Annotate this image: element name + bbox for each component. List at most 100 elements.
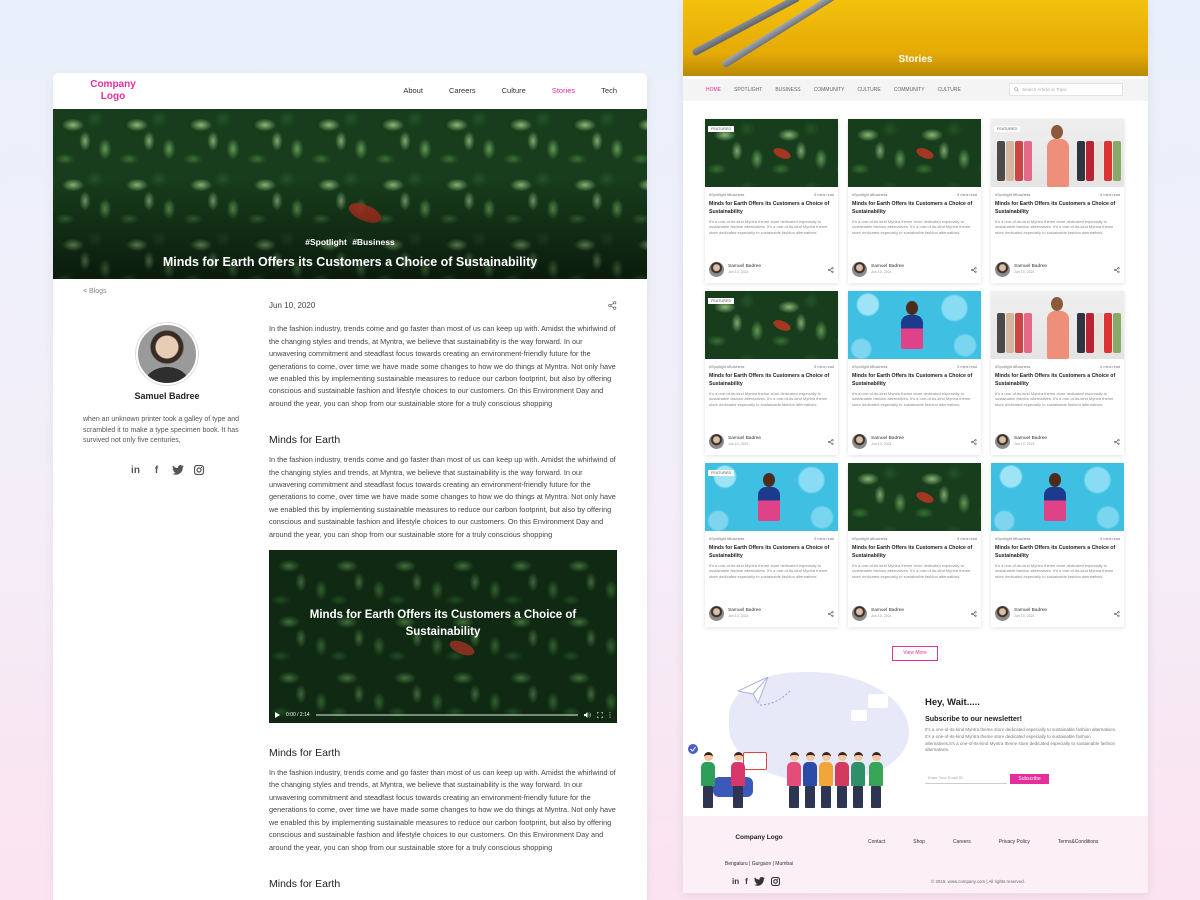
footer-link-shop[interactable]: Shop bbox=[913, 839, 925, 845]
instagram-icon[interactable] bbox=[192, 464, 205, 476]
card-description: It's a one-of-its-kind Myntra theme stor… bbox=[852, 562, 971, 580]
story-card[interactable]: #Spotlight #Business 5 mins read Minds for… bbox=[991, 463, 1124, 627]
card-title[interactable]: Minds for Earth Offers its Customers a C… bbox=[709, 545, 834, 561]
share-icon[interactable] bbox=[971, 604, 977, 622]
card-tags[interactable]: #Spotlight #Business bbox=[709, 365, 744, 369]
share-icon[interactable] bbox=[828, 604, 834, 622]
card-title[interactable]: Minds for Earth Offers its Customers a C… bbox=[995, 373, 1120, 389]
card-tags[interactable]: #Spotlight #Business bbox=[709, 537, 744, 541]
footer-link-contact[interactable]: Contact bbox=[868, 839, 885, 845]
article-content: Jun 10, 2020 In the fashion industry, tr… bbox=[269, 301, 617, 890]
story-card[interactable]: FEATURED #Spotlight #Business 5 mins read M… bbox=[705, 119, 838, 283]
share-icon[interactable] bbox=[1114, 432, 1120, 450]
card-image: FEATURED bbox=[705, 119, 838, 187]
share-icon[interactable] bbox=[1114, 260, 1120, 278]
linkedin-icon[interactable]: in bbox=[732, 877, 739, 886]
tab-home[interactable]: HOME bbox=[706, 87, 721, 93]
card-title[interactable]: Minds for Earth Offers its Customers a C… bbox=[852, 545, 977, 561]
card-title[interactable]: Minds for Earth Offers its Customers a C… bbox=[709, 373, 834, 389]
card-title[interactable]: Minds for Earth Offers its Customers a C… bbox=[995, 545, 1120, 561]
story-card[interactable]: #Spotlight #Business 5 mins read Minds for… bbox=[848, 119, 981, 283]
story-card[interactable]: FEATURED #Spotlight #Business 5 mins read M… bbox=[705, 291, 838, 455]
footer-logo[interactable]: Company Logo bbox=[721, 833, 797, 842]
tab-culture[interactable]: CULTURE bbox=[857, 87, 880, 93]
stories-hero-banner: Stories bbox=[683, 0, 1148, 76]
story-card[interactable]: #Spotlight #Business 5 mins read Minds for… bbox=[848, 291, 981, 455]
facebook-icon[interactable]: f bbox=[745, 877, 748, 886]
nav-about[interactable]: About bbox=[403, 86, 423, 95]
hero-banner: #Spotlight #Business Minds for Earth Off… bbox=[53, 109, 647, 279]
twitter-icon[interactable] bbox=[753, 877, 765, 887]
share-icon[interactable] bbox=[971, 260, 977, 278]
card-tags[interactable]: #Spotlight #Business bbox=[995, 537, 1030, 541]
card-footer: Samuel Badree Jun 10, 2021 bbox=[995, 260, 1120, 278]
share-icon[interactable] bbox=[608, 301, 617, 311]
play-icon[interactable] bbox=[275, 711, 280, 718]
breadcrumb-blogs[interactable]: < Blogs bbox=[83, 288, 107, 295]
nav-tech[interactable]: Tech bbox=[601, 86, 617, 95]
story-card[interactable]: FEATURED #Spotlight #Business 5 mins read M… bbox=[705, 463, 838, 627]
card-tags[interactable]: #Spotlight #Business bbox=[852, 537, 887, 541]
video-progress-bar[interactable] bbox=[315, 714, 578, 717]
card-title[interactable]: Minds for Earth Offers its Customers a C… bbox=[709, 201, 834, 217]
share-icon[interactable] bbox=[828, 432, 834, 450]
card-title[interactable]: Minds for Earth Offers its Customers a C… bbox=[852, 373, 977, 389]
featured-badge: FEATURED bbox=[708, 298, 735, 304]
laptop-icon bbox=[743, 752, 767, 770]
more-options-icon[interactable] bbox=[609, 712, 611, 718]
nav-culture[interactable]: Culture bbox=[502, 86, 526, 95]
instagram-icon[interactable] bbox=[770, 877, 780, 887]
search-icon bbox=[1014, 87, 1019, 92]
author-social-links: in f bbox=[83, 465, 251, 476]
linkedin-icon[interactable]: in bbox=[129, 465, 142, 476]
author-avatar bbox=[709, 605, 724, 621]
volume-icon[interactable] bbox=[584, 711, 591, 718]
nav-careers[interactable]: Careers bbox=[449, 86, 476, 95]
card-image bbox=[848, 463, 981, 531]
footer-link-privacy[interactable]: Privacy Policy bbox=[999, 839, 1030, 845]
footer-link-terms[interactable]: Terms&Conditions bbox=[1058, 839, 1099, 845]
story-card[interactable]: FEATURED #Spotlight #Business 5 mins read M… bbox=[991, 119, 1124, 283]
search-input[interactable]: Search Article or Topic bbox=[1009, 83, 1123, 96]
card-tags[interactable]: #Spotlight #Business bbox=[709, 193, 744, 197]
card-date: Jun 10, 2021 bbox=[1014, 442, 1035, 446]
copyright: © 2019, www.company.com | All rights res… bbox=[931, 879, 1025, 884]
card-title[interactable]: Minds for Earth Offers its Customers a C… bbox=[852, 201, 977, 217]
card-tags[interactable]: #Spotlight #Business bbox=[852, 365, 887, 369]
tab-community[interactable]: COMMUNITY bbox=[814, 87, 845, 93]
tab-culture[interactable]: CULTURE bbox=[938, 87, 961, 93]
featured-badge: FEATURED bbox=[708, 470, 735, 476]
tab-business[interactable]: BUSINESS bbox=[775, 87, 800, 93]
twitter-icon[interactable] bbox=[171, 464, 184, 476]
card-title[interactable]: Minds for Earth Offers its Customers a C… bbox=[995, 201, 1120, 217]
stories-title: Stories bbox=[898, 54, 933, 65]
video-player[interactable]: Minds for Earth Offers its Customers a C… bbox=[269, 550, 617, 724]
article-header: Company Logo About Careers Culture Stori… bbox=[53, 73, 647, 109]
author-profile: Samuel Badree when an unknown printer to… bbox=[83, 323, 251, 476]
card-description: It's a one-of-its-kind Myntra theme stor… bbox=[852, 218, 971, 236]
article-page: Company Logo About Careers Culture Stori… bbox=[53, 73, 647, 900]
tab-spotlight[interactable]: SPOTLIGHT bbox=[734, 87, 762, 93]
facebook-icon[interactable]: f bbox=[150, 465, 163, 476]
card-tags[interactable]: #Spotlight #Business bbox=[995, 365, 1030, 369]
tab-community[interactable]: COMMUNITY bbox=[894, 87, 925, 93]
share-icon[interactable] bbox=[828, 260, 834, 278]
story-card[interactable]: #Spotlight #Business 5 mins read Minds for… bbox=[848, 463, 981, 627]
card-meta: #Spotlight #Business 5 mins read bbox=[709, 365, 834, 369]
card-tags[interactable]: #Spotlight #Business bbox=[852, 193, 887, 197]
fullscreen-icon[interactable] bbox=[597, 711, 603, 718]
story-card[interactable]: #Spotlight #Business 5 mins read Minds for… bbox=[991, 291, 1124, 455]
view-more-button[interactable]: View More bbox=[892, 646, 938, 661]
main-nav: About Careers Culture Stories Tech bbox=[403, 86, 617, 95]
email-field[interactable]: Enter Your Email ID bbox=[925, 772, 1007, 784]
hero-tags[interactable]: #Spotlight #Business bbox=[53, 237, 647, 247]
footer-link-careers[interactable]: Careers bbox=[953, 839, 971, 845]
author-avatar bbox=[852, 605, 867, 621]
company-logo[interactable]: Company Logo bbox=[83, 79, 143, 103]
subscribe-button[interactable]: Subscribe bbox=[1010, 774, 1049, 784]
nav-stories[interactable]: Stories bbox=[552, 86, 575, 95]
share-icon[interactable] bbox=[971, 432, 977, 450]
share-icon[interactable] bbox=[1114, 604, 1120, 622]
card-meta: #Spotlight #Business 5 mins read bbox=[995, 193, 1120, 197]
card-tags[interactable]: #Spotlight #Business bbox=[995, 193, 1030, 197]
